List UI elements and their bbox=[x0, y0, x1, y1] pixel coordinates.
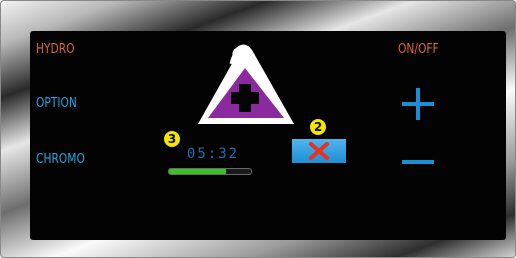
plus-icon[interactable] bbox=[402, 88, 434, 120]
warning-triangle-icon bbox=[190, 38, 300, 126]
minus-icon[interactable] bbox=[402, 160, 434, 164]
on-off-button[interactable]: ON/OFF bbox=[398, 42, 439, 57]
timer-callout-badge: 3 bbox=[164, 131, 180, 147]
hydro-button[interactable]: HYDRO bbox=[36, 42, 75, 57]
cancel-callout-badge: 2 bbox=[310, 119, 326, 135]
chromo-button[interactable]: CHROMO bbox=[36, 152, 85, 167]
countdown-timer: 05:32 bbox=[186, 146, 240, 162]
timer-progress-bar bbox=[168, 168, 252, 175]
close-icon bbox=[309, 142, 329, 160]
timer-progress-fill bbox=[169, 169, 227, 174]
cancel-button[interactable] bbox=[292, 139, 346, 163]
option-button[interactable]: OPTION bbox=[36, 96, 77, 111]
